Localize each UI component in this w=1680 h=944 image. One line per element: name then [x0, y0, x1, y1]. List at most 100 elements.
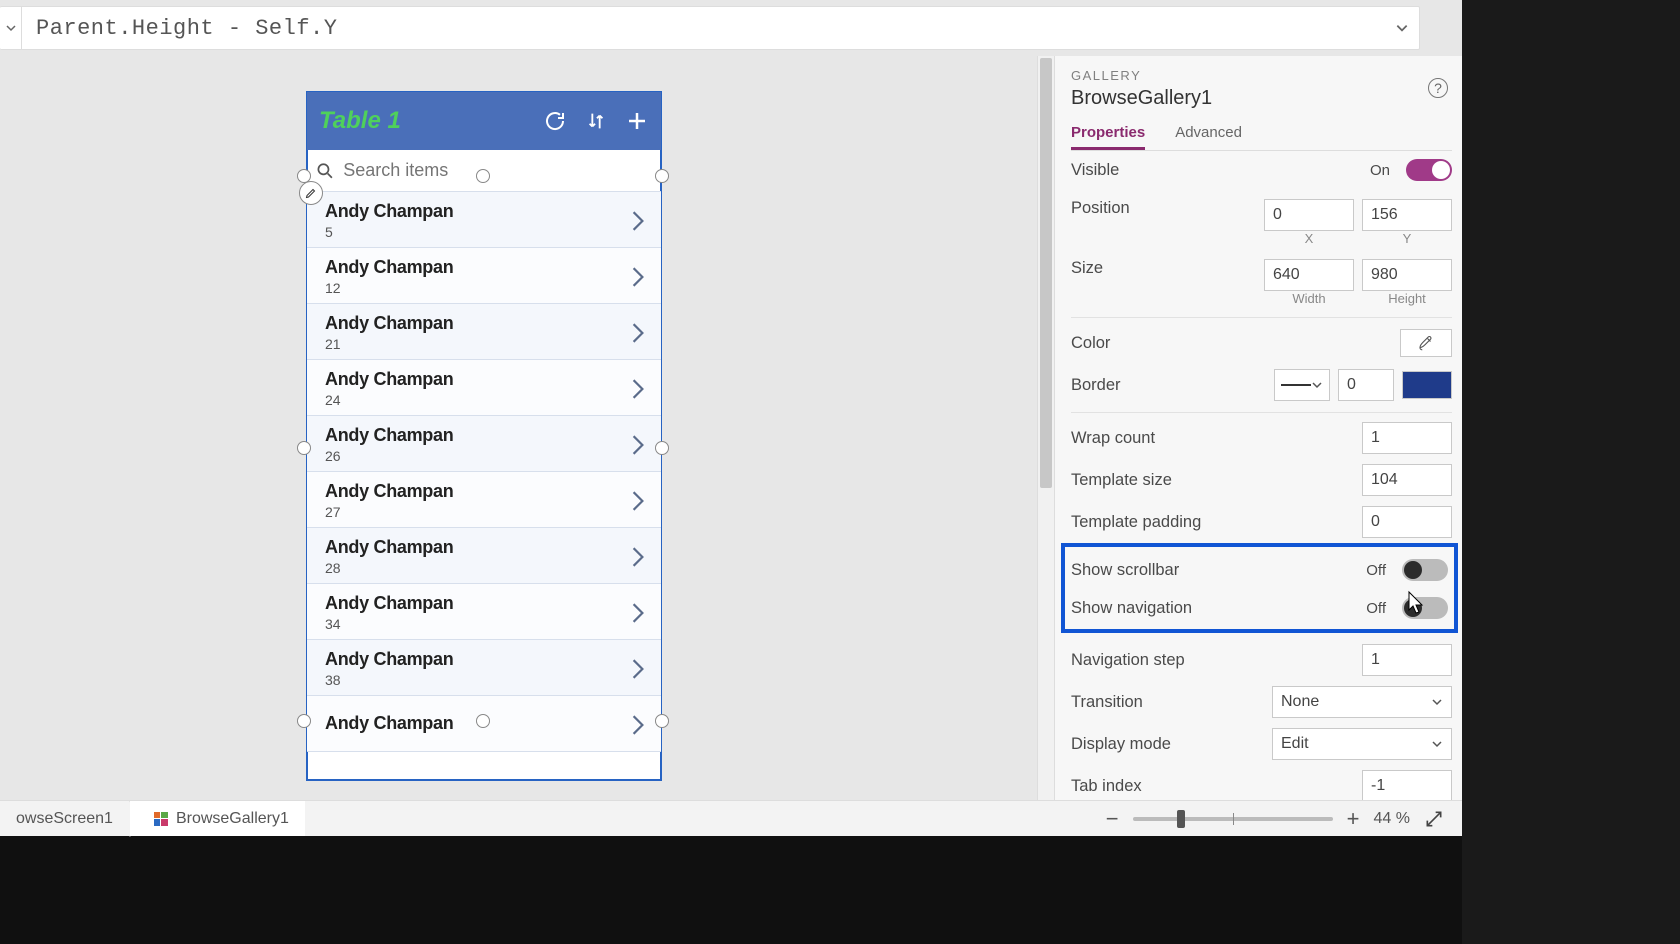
app-title: Table 1: [319, 107, 525, 135]
template-padding-input[interactable]: [1362, 506, 1452, 538]
resize-handle[interactable]: [476, 169, 490, 183]
color-picker-button[interactable]: [1400, 329, 1452, 357]
phone-preview: Table 1 Andy Champan5Andy Champan12Andy …: [306, 91, 662, 781]
prop-label-template-padding: Template padding: [1071, 513, 1362, 532]
chevron-right-icon[interactable]: [631, 602, 645, 624]
visible-toggle[interactable]: [1406, 159, 1452, 181]
chevron-right-icon[interactable]: [631, 658, 645, 680]
tab-advanced[interactable]: Advanced: [1175, 116, 1242, 150]
prop-template-padding: Template padding: [1071, 501, 1452, 543]
item-subtitle: 5: [325, 224, 631, 240]
resize-handle[interactable]: [476, 714, 490, 728]
sort-icon[interactable]: [585, 110, 607, 132]
formula-text[interactable]: Parent.Height - Self.Y: [22, 16, 337, 41]
list-item[interactable]: Andy Champan 26: [307, 416, 661, 472]
breadcrumb-control[interactable]: BrowseGallery1: [130, 801, 305, 836]
transition-dropdown[interactable]: None: [1272, 686, 1452, 718]
list-item[interactable]: Andy Champan5: [307, 192, 661, 248]
prop-label-color: Color: [1071, 334, 1400, 353]
item-title: Andy Champan: [325, 425, 631, 446]
border-width-input[interactable]: [1338, 369, 1394, 401]
bottom-bar: owseScreen1 BrowseGallery1 − + 44 %: [0, 800, 1462, 836]
help-icon[interactable]: ?: [1428, 78, 1448, 98]
list-item[interactable]: Andy Champan12: [307, 248, 661, 304]
border-color-swatch[interactable]: [1402, 371, 1452, 399]
chevron-right-icon[interactable]: [631, 322, 645, 344]
item-subtitle: 34: [325, 616, 631, 632]
edit-pencil-icon[interactable]: [299, 181, 323, 205]
prop-label-template-size: Template size: [1071, 471, 1362, 490]
tab-index-input[interactable]: [1362, 770, 1452, 802]
show-navigation-toggle[interactable]: [1402, 597, 1448, 619]
letterbox-right: [1462, 0, 1680, 944]
list-item[interactable]: Andy Champan28: [307, 528, 661, 584]
size-width-input[interactable]: [1264, 259, 1354, 291]
item-subtitle: 27: [325, 504, 631, 520]
resize-handle[interactable]: [655, 714, 669, 728]
border-style-dropdown[interactable]: [1274, 369, 1330, 401]
visible-state-text: On: [1370, 162, 1390, 179]
prop-visible: Visible On: [1071, 149, 1452, 191]
prop-display-mode: Display mode Edit: [1071, 723, 1452, 765]
list-item[interactable]: Andy Champan34: [307, 584, 661, 640]
item-title: Andy Champan: [325, 481, 631, 502]
breadcrumb-control-label: BrowseGallery1: [176, 810, 289, 828]
prop-transition: Transition None: [1071, 681, 1452, 723]
chevron-right-icon[interactable]: [631, 434, 645, 456]
size-height-input[interactable]: [1362, 259, 1452, 291]
breadcrumb-screen-label: owseScreen1: [16, 810, 113, 828]
resize-handle[interactable]: [297, 714, 311, 728]
gallery-type-icon: [154, 812, 168, 826]
search-input[interactable]: [341, 159, 653, 182]
item-subtitle: 24: [325, 392, 631, 408]
breadcrumb-screen[interactable]: owseScreen1: [0, 801, 130, 836]
refresh-icon[interactable]: [543, 109, 567, 133]
position-x-label: X: [1305, 231, 1314, 246]
fit-to-screen-icon[interactable]: [1424, 809, 1444, 829]
design-canvas[interactable]: Table 1 Andy Champan5Andy Champan12Andy …: [0, 56, 1054, 814]
display-mode-dropdown[interactable]: Edit: [1272, 728, 1452, 760]
list-item[interactable]: Andy Champan 24: [307, 360, 661, 416]
navigation-step-input[interactable]: [1362, 644, 1452, 676]
item-title: Andy Champan: [325, 369, 631, 390]
prop-label-border: Border: [1071, 376, 1274, 395]
zoom-slider[interactable]: [1133, 817, 1333, 821]
chevron-right-icon[interactable]: [631, 714, 645, 736]
position-y-input[interactable]: [1362, 199, 1452, 231]
list-item[interactable]: Andy Champan21: [307, 304, 661, 360]
add-icon[interactable]: [625, 109, 649, 133]
control-name: BrowseGallery1: [1071, 87, 1452, 110]
template-size-input[interactable]: [1362, 464, 1452, 496]
chevron-right-icon[interactable]: [631, 378, 645, 400]
chevron-right-icon[interactable]: [631, 210, 645, 232]
size-height-label: Height: [1388, 291, 1426, 306]
item-title: Andy Champan: [325, 537, 631, 558]
resize-handle[interactable]: [655, 169, 669, 183]
size-width-label: Width: [1292, 291, 1325, 306]
list-item[interactable]: Andy Champan 27: [307, 472, 661, 528]
zoom-out-button[interactable]: −: [1106, 806, 1119, 832]
canvas-scrollbar[interactable]: ▾: [1037, 56, 1054, 814]
item-subtitle: 26: [325, 448, 631, 464]
chevron-right-icon[interactable]: [631, 546, 645, 568]
show-scrollbar-state: Off: [1366, 562, 1386, 579]
position-x-input[interactable]: [1264, 199, 1354, 231]
formula-dropdown[interactable]: [0, 6, 22, 50]
prop-position: Position X Y: [1071, 191, 1452, 251]
display-mode-value: Edit: [1281, 735, 1309, 753]
formula-expand-icon[interactable]: [1395, 21, 1409, 35]
show-scrollbar-toggle[interactable]: [1402, 559, 1448, 581]
chevron-right-icon[interactable]: [631, 490, 645, 512]
chevron-right-icon[interactable]: [631, 266, 645, 288]
gallery-list[interactable]: Andy Champan5Andy Champan12Andy Champan2…: [307, 192, 661, 752]
resize-handle[interactable]: [297, 169, 311, 183]
prop-label-navigation-step: Navigation step: [1071, 651, 1362, 670]
tab-properties[interactable]: Properties: [1071, 116, 1145, 150]
wrap-count-input[interactable]: [1362, 422, 1452, 454]
zoom-in-button[interactable]: +: [1347, 806, 1360, 832]
prop-show-navigation: Show navigation Off: [1071, 589, 1448, 627]
resize-handle[interactable]: [655, 441, 669, 455]
list-item[interactable]: Andy Champan38: [307, 640, 661, 696]
scrollbar-thumb[interactable]: [1040, 58, 1052, 488]
resize-handle[interactable]: [297, 441, 311, 455]
